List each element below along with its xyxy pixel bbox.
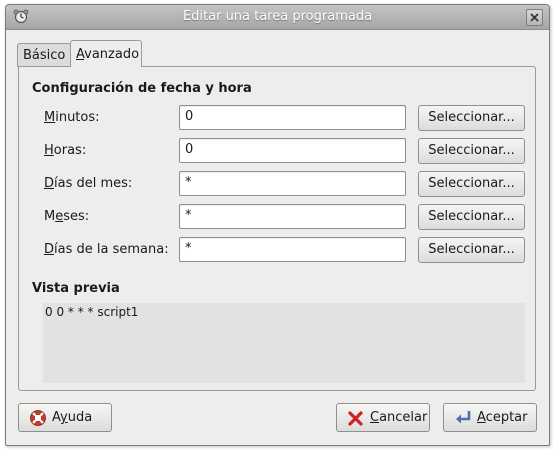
- cancel-button[interactable]: Cancelar: [336, 403, 430, 432]
- months-label: Meses:: [44, 209, 90, 224]
- help-lifebuoy-icon: [30, 410, 46, 426]
- datetime-section-title: Configuración de fecha y hora: [32, 81, 252, 96]
- help-button[interactable]: Ayuda: [18, 403, 112, 432]
- window-title: Editar una tarea programada: [182, 9, 373, 24]
- tab-avanzado-label: vanzado: [84, 47, 140, 62]
- months-select-button[interactable]: Seleccionar...: [418, 204, 525, 230]
- minutes-select-button[interactable]: Seleccionar...: [418, 105, 525, 131]
- dialog-window: Editar una tarea programada Básico Avanz…: [5, 4, 550, 446]
- days-of-week-label: Días de la semana:: [44, 242, 169, 257]
- minutes-label: Minutos:: [44, 110, 100, 125]
- cancel-x-icon: [348, 411, 363, 426]
- days-of-month-select-button[interactable]: Seleccionar...: [418, 171, 525, 197]
- accept-arrow-icon: [456, 411, 471, 424]
- tab-basico-label: Básico: [23, 48, 66, 63]
- advanced-panel: Configuración de fecha y hora Minutos: 0…: [18, 66, 536, 391]
- close-button[interactable]: [526, 9, 543, 26]
- days-of-month-label: Días del mes:: [44, 176, 133, 191]
- hours-select-button[interactable]: Seleccionar...: [418, 138, 525, 164]
- days-of-month-input[interactable]: *: [179, 171, 406, 196]
- close-icon: [530, 13, 539, 22]
- accept-button[interactable]: Aceptar: [443, 403, 537, 432]
- accept-button-label: Aceptar: [477, 410, 528, 425]
- preview-section-title: Vista previa: [32, 281, 120, 296]
- preview-text: 0 0 * * * script1: [45, 305, 139, 319]
- title-bar[interactable]: Editar una tarea programada: [6, 5, 549, 30]
- hours-label: Horas:: [44, 143, 87, 158]
- minutes-input[interactable]: 0: [179, 105, 406, 130]
- hours-input[interactable]: 0: [179, 138, 406, 163]
- cancel-button-label: Cancelar: [370, 410, 428, 425]
- help-button-label: Ayuda: [52, 410, 93, 425]
- days-of-week-input[interactable]: *: [179, 237, 406, 262]
- preview-box: 0 0 * * * script1: [43, 303, 525, 383]
- tab-basico[interactable]: Básico: [17, 43, 71, 67]
- tab-avanzado[interactable]: Avanzado: [70, 40, 142, 67]
- days-of-week-select-button[interactable]: Seleccionar...: [418, 237, 525, 263]
- tab-avanzado-mnemonic: A: [76, 47, 85, 62]
- months-input[interactable]: *: [179, 204, 406, 229]
